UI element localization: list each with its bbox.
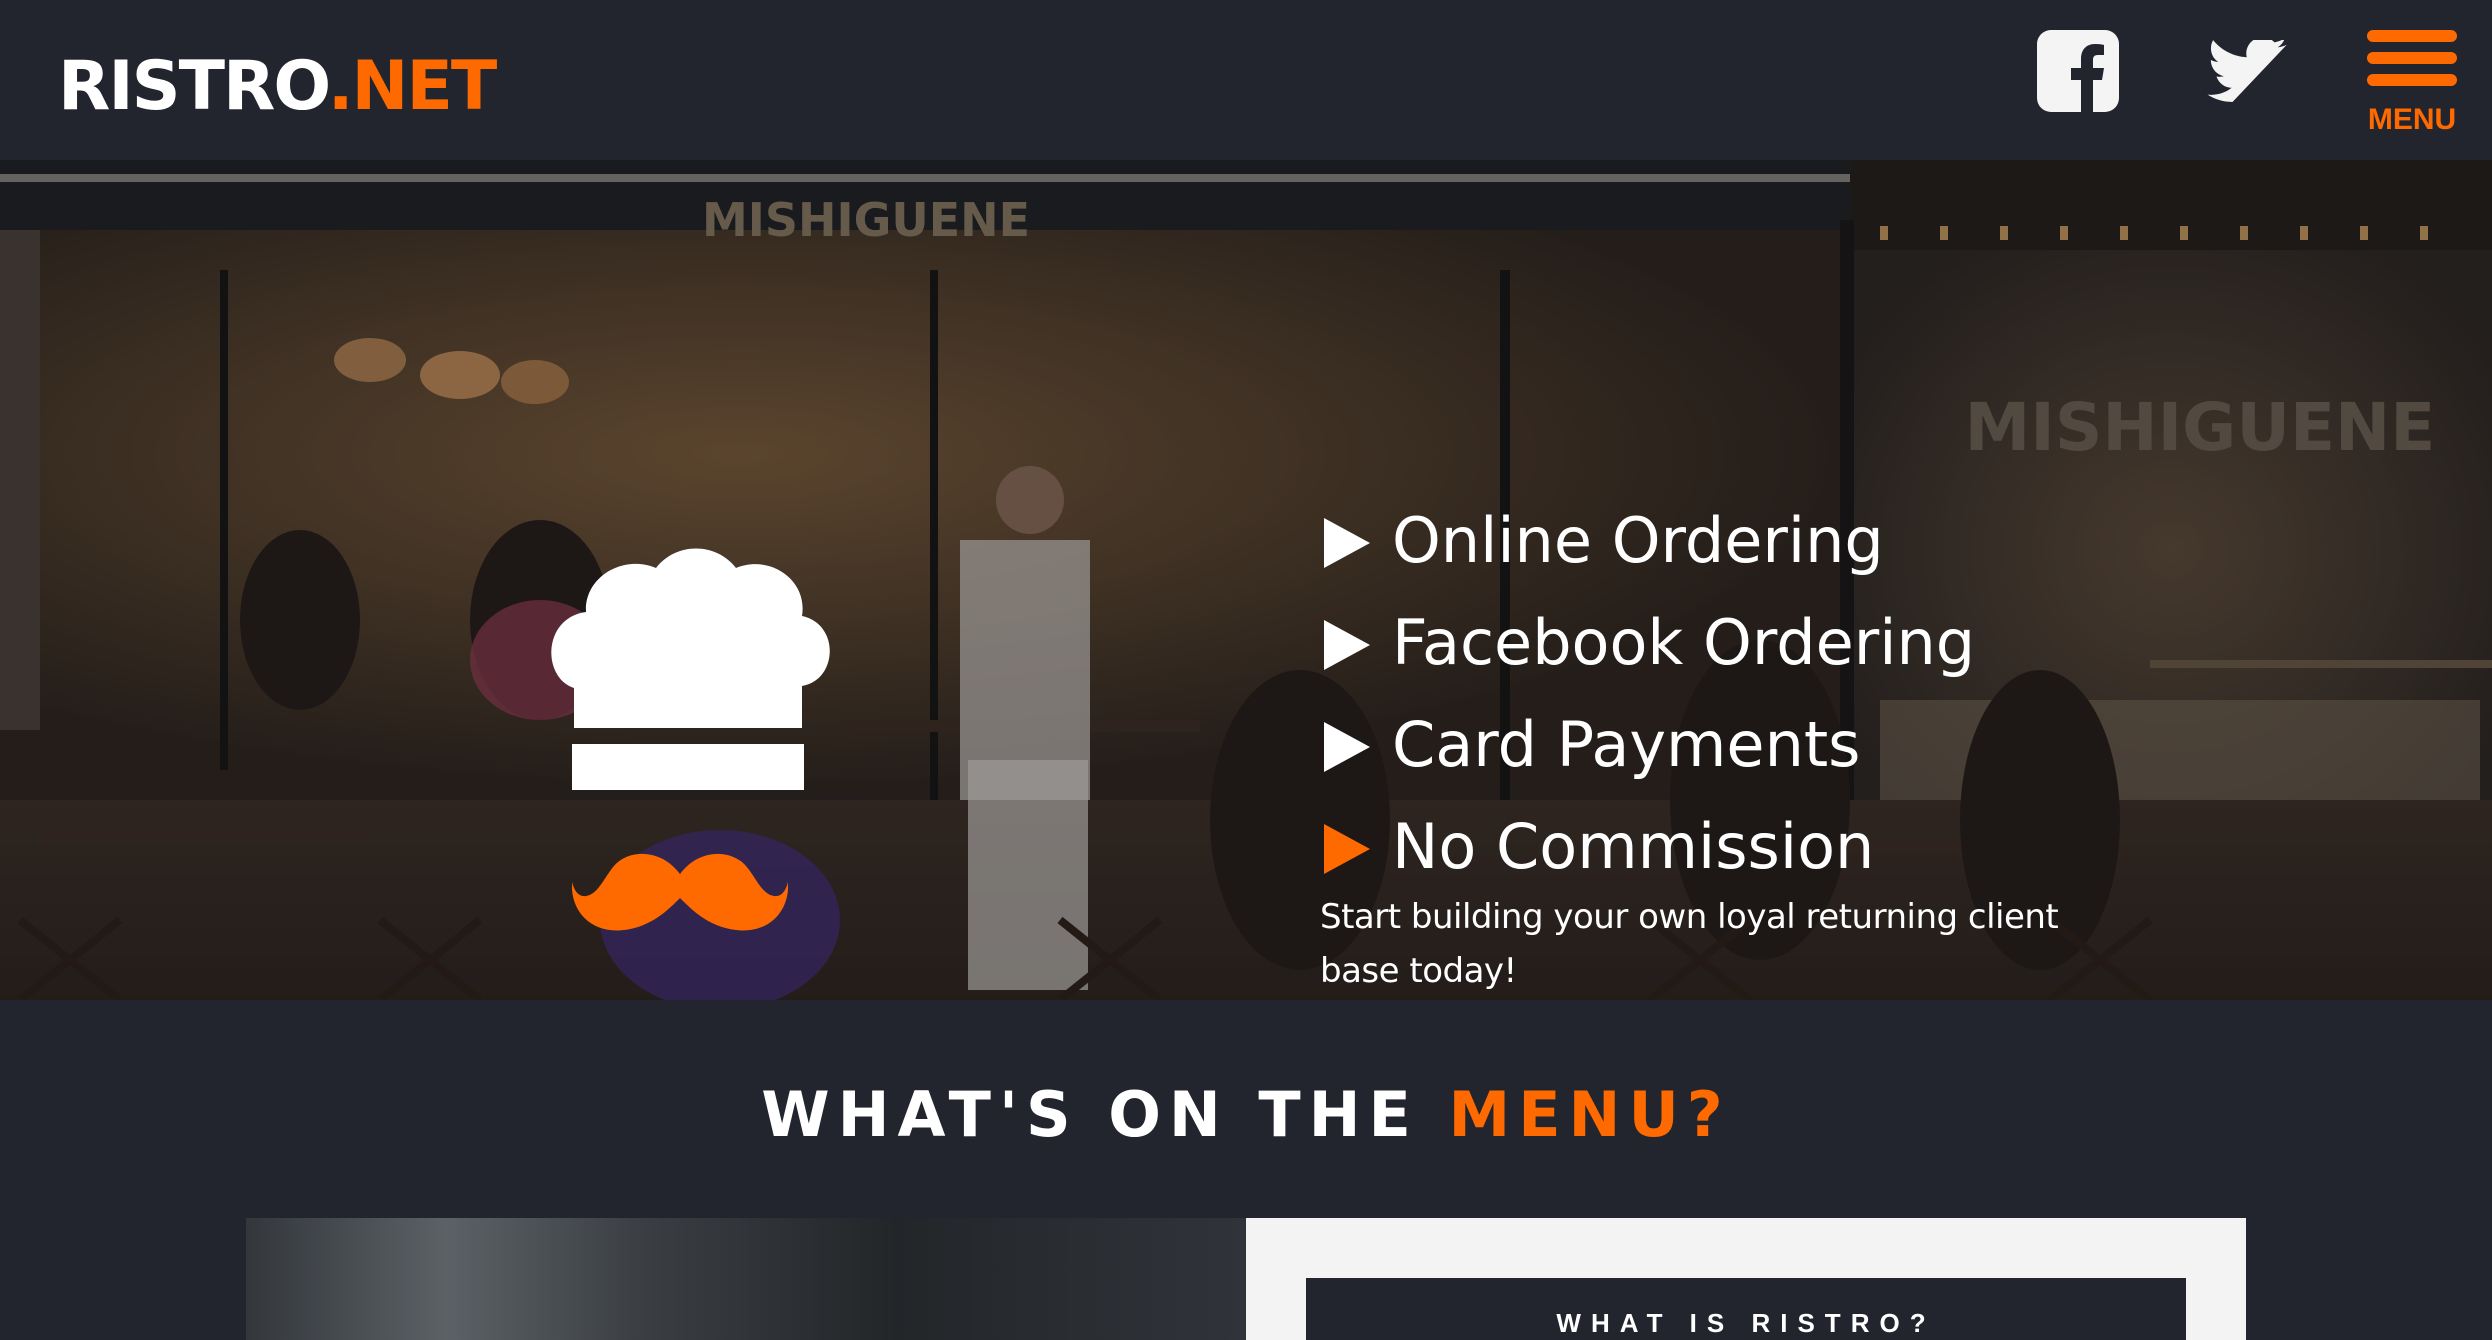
facebook-icon[interactable] (2037, 30, 2119, 112)
section-card-inner: WHAT IS RISTRO? (1306, 1278, 2186, 1340)
site-header: RISTRO.NET MENU (0, 0, 2492, 160)
menu-label: MENU (2367, 103, 2457, 136)
play-bullet-icon (1324, 518, 1370, 568)
hamburger-menu-icon-bar-bottom (2367, 74, 2457, 86)
site-logo[interactable]: RISTRO.NET (58, 44, 498, 130)
mustache-icon (572, 854, 788, 931)
logo-main-text: RISTRO (58, 47, 330, 126)
feature-item-facebook-ordering: Facebook Ordering (1322, 592, 2222, 694)
section-card-panel: WHAT IS RISTRO? (1246, 1218, 2246, 1340)
hero-banner: MISHIGUENE MISHIGUENE Online Ordering Fa… (0, 160, 2492, 1000)
hamburger-menu-icon-bar-middle (2367, 52, 2457, 64)
feature-label: Card Payments (1392, 708, 1861, 781)
feature-item-no-commission: No Commission (1322, 796, 2222, 898)
menu-button[interactable]: MENU (2365, 30, 2459, 140)
facebook-glyph (2071, 44, 2104, 112)
feature-label: Online Ordering (1392, 504, 1884, 577)
feature-label: Facebook Ordering (1392, 606, 1976, 679)
logo-accent-text: .NET (327, 47, 498, 126)
feature-list: Online Ordering Facebook Ordering Card P… (1322, 490, 2222, 898)
play-bullet-icon (1324, 620, 1370, 670)
section-title-main: WHAT'S ON THE (761, 1078, 1419, 1151)
hero-tagline: Start building your own loyal returning … (1320, 897, 2059, 991)
feature-item-card-payments: Card Payments (1322, 694, 2222, 796)
section-card-image (246, 1218, 1246, 1340)
section-title: WHAT'S ON THE MENU? (0, 1070, 2492, 1160)
play-bullet-icon (1324, 722, 1370, 772)
twitter-icon[interactable] (2206, 37, 2290, 104)
hamburger-menu-icon-bar-top (2367, 30, 2457, 42)
feature-item-online-ordering: Online Ordering (1322, 490, 2222, 592)
chef-hat-icon (551, 548, 830, 790)
play-bullet-icon (1324, 824, 1370, 874)
section-title-accent: MENU? (1448, 1078, 1731, 1151)
twitter-bird-glyph (2207, 37, 2287, 102)
section-card-title: WHAT IS RISTRO? (1556, 1308, 1936, 1338)
feature-label: No Commission (1392, 810, 1875, 883)
